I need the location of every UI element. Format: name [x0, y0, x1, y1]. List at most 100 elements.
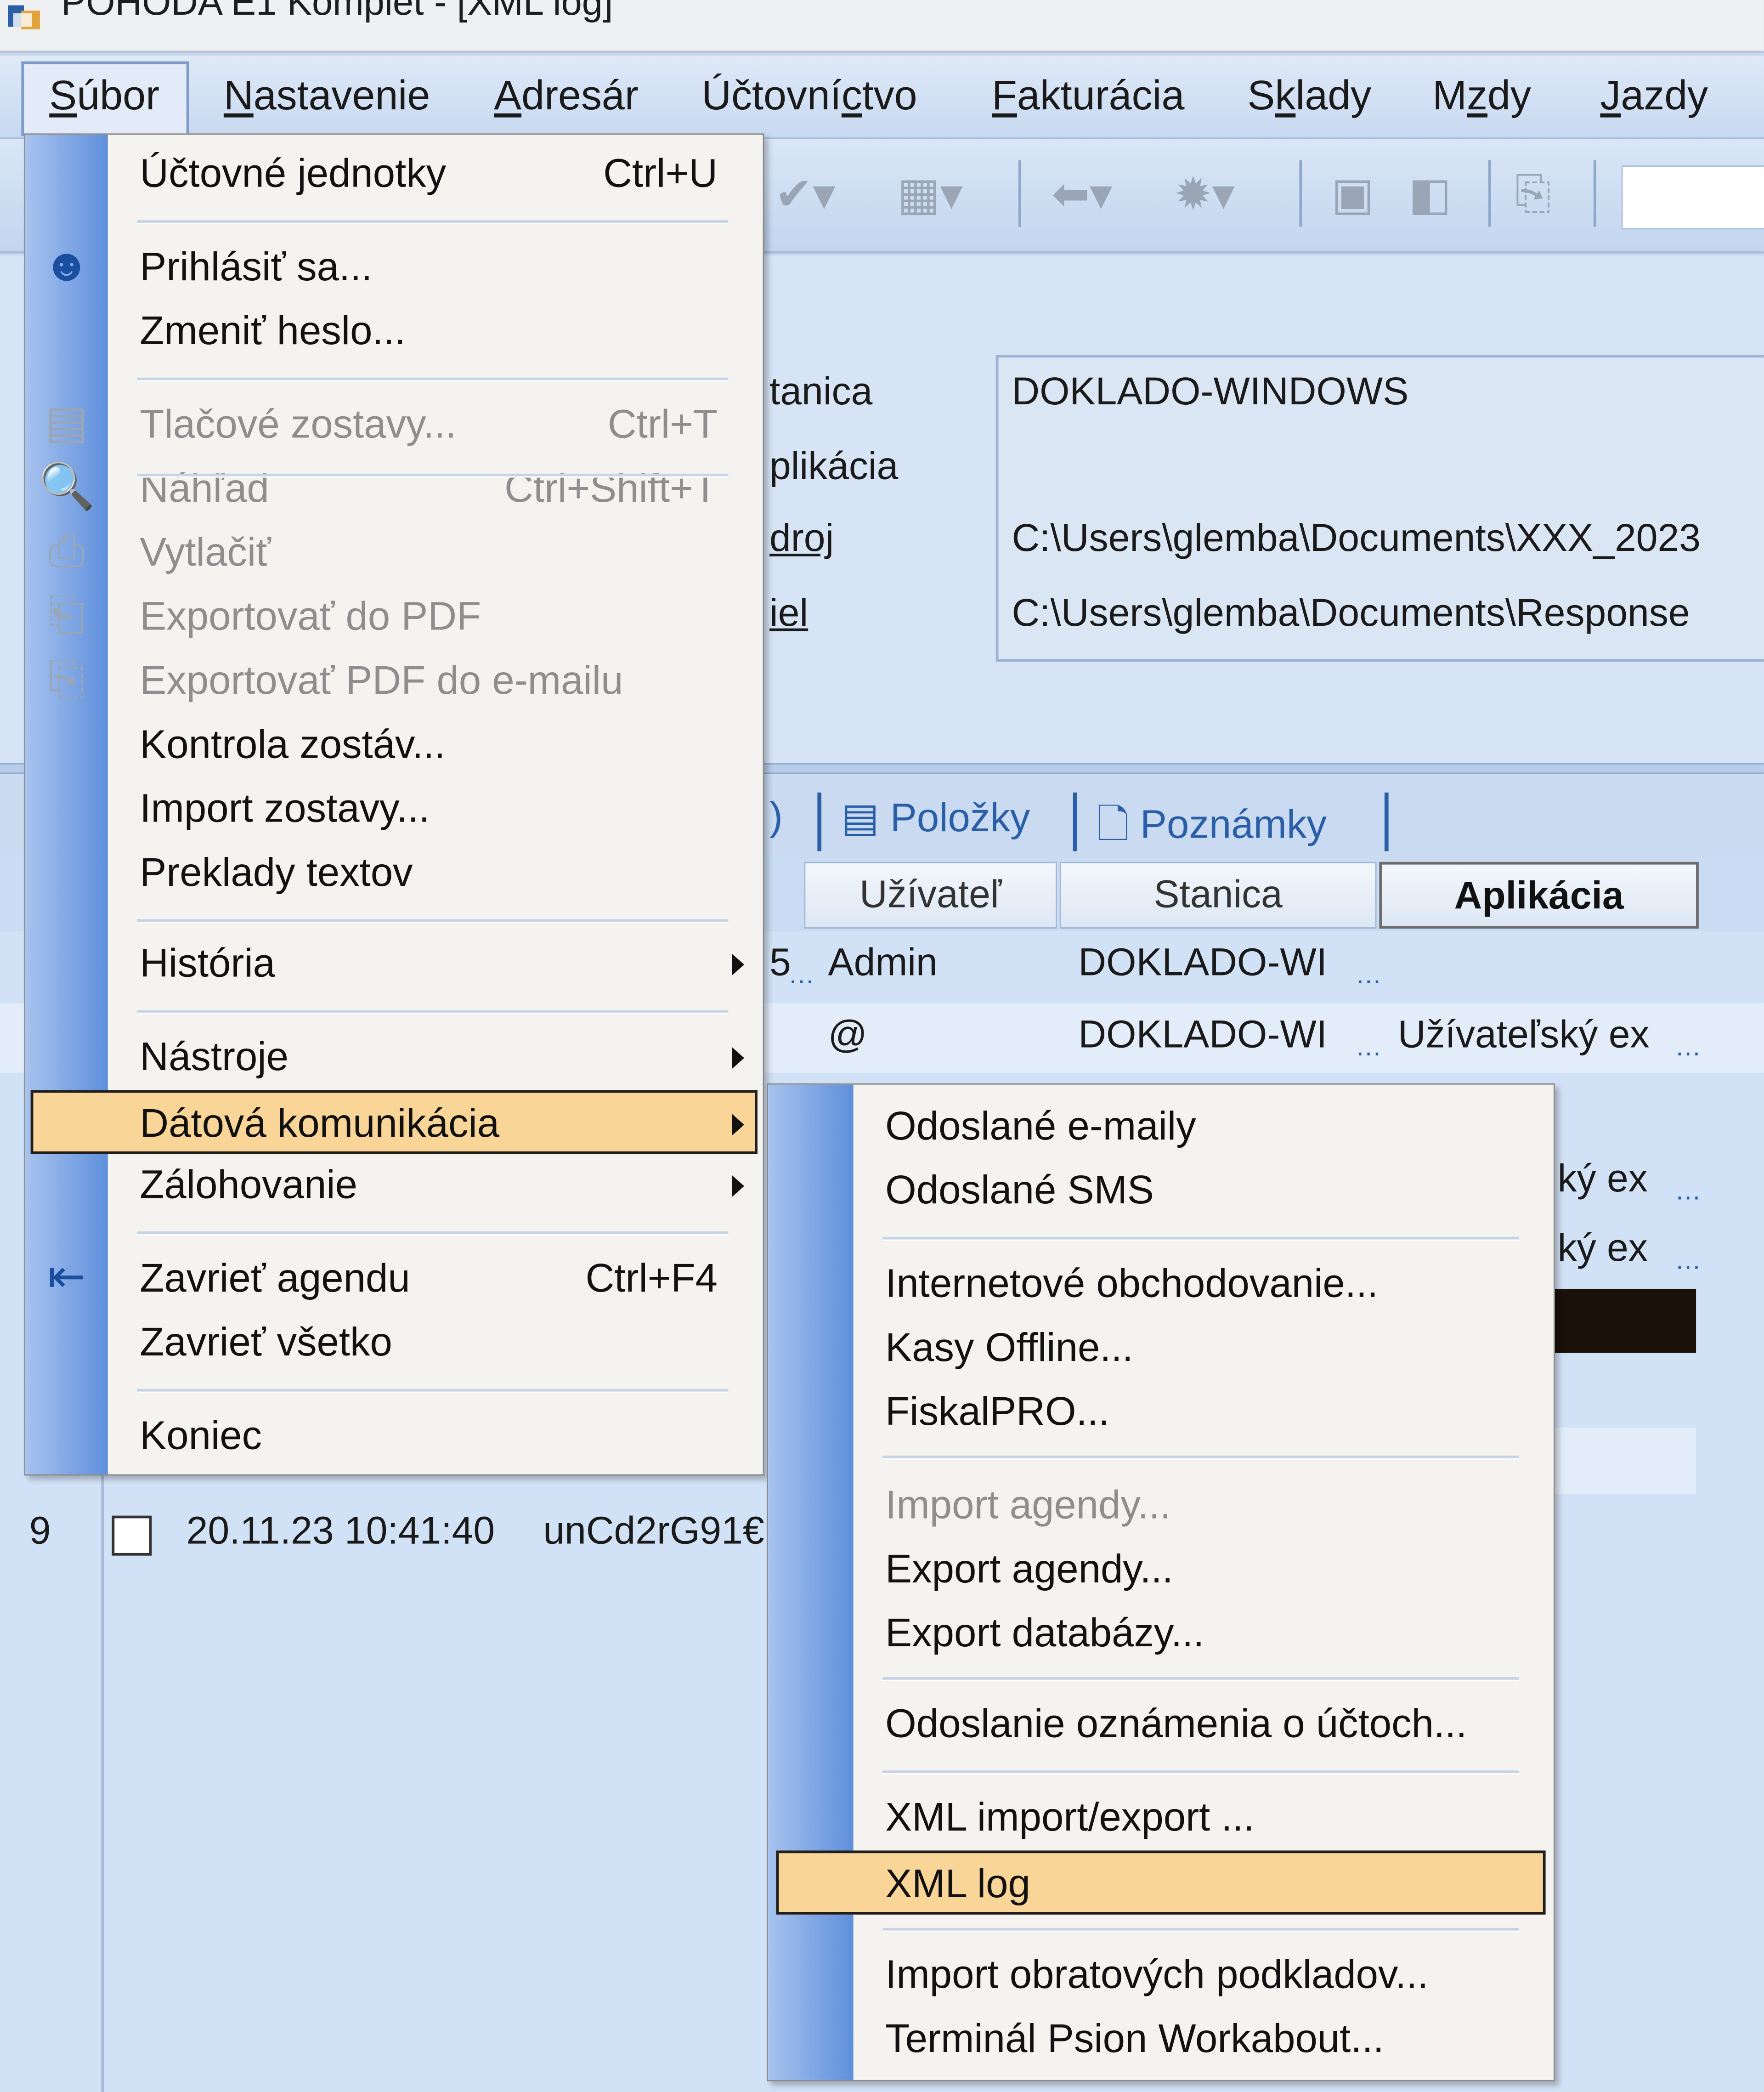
tab-separator [1384, 792, 1389, 851]
submenu-arrow-icon [732, 954, 744, 975]
menu-item-koniec[interactable]: Koniec [25, 1405, 763, 1469]
menu-item-label: Export agendy... [885, 1548, 1173, 1592]
menu-item-label: FiskalPRO... [885, 1390, 1110, 1434]
menu-item-label: Preklady textov [140, 851, 413, 896]
column-header-uzivatel[interactable]: Užívateľ [804, 862, 1057, 929]
menu-item-uctovne-jednotky[interactable]: Účtovné jednotky Ctrl+U [25, 143, 763, 207]
menu-item-label: Exportovať do PDF [140, 595, 481, 639]
menu-item-odoslane-sms[interactable]: Odoslané SMS [768, 1159, 1554, 1223]
row-number: 9 [29, 1510, 51, 1553]
menu-item-terminal-psion-workabout[interactable]: Terminál Psion Workabout... [768, 2008, 1554, 2072]
form-label-zdroj[interactable]: droj [769, 518, 834, 562]
menu-separator [137, 220, 729, 224]
tab-poznamky[interactable]: 🗋 Poznámky [1097, 795, 1327, 863]
toolbar-separator [1299, 160, 1302, 227]
menu-item-label: Vytlačiť [140, 531, 271, 575]
ellipsis-icon: … [1674, 1032, 1702, 1062]
menu-item-label: Import zostavy... [140, 787, 430, 832]
form-label-ciel[interactable]: iel [769, 592, 808, 636]
menu-item-import-obratovych-podkladov[interactable]: Import obratových podkladov... [768, 1944, 1554, 2008]
menu-item-preklady-textov[interactable]: Preklady textov [25, 842, 763, 906]
menu-subor[interactable]: Súbor [49, 72, 159, 120]
menu-item-label: Koniec [140, 1414, 262, 1458]
tab-separator [1073, 792, 1077, 851]
menu-separator [137, 1010, 729, 1014]
tab-poznamky-label: Poznámky [1140, 803, 1327, 847]
menu-item-label: Účtovné jednotky [140, 152, 447, 196]
menu-item-odoslanie-oznamenia-o-uctoch[interactable]: Odoslanie oznámenia o účtoch... [768, 1693, 1554, 1757]
tab-polozky-label: Položky [890, 796, 1030, 841]
menu-item-zavriet-agendu[interactable]: Zavrieť agendu Ctrl+F4 [25, 1247, 763, 1311]
datova-komunikacia-submenu: Odoslané e-maily Odoslané SMS Internetové … [767, 1083, 1555, 2081]
menu-item-shortcut: Ctrl+T [607, 403, 718, 447]
menu-separator [882, 1928, 1519, 1932]
column-header-aplikacia[interactable]: Aplikácia [1379, 862, 1699, 929]
row-checkbox[interactable] [112, 1515, 152, 1556]
menu-item-label: XML log [885, 1862, 1030, 1907]
menu-item-xml-log[interactable]: XML log [776, 1850, 1546, 1915]
menu-item-label: Exportovať PDF do e-mailu [140, 659, 623, 703]
submenu-arrow-icon [732, 1175, 744, 1197]
menu-item-export-databazy[interactable]: Export databázy... [768, 1602, 1554, 1666]
menu-adresar[interactable]: Adresár [494, 72, 639, 120]
file-menu: Účtovné jednotky Ctrl+U Prihlásiť sa... Zme… [24, 133, 764, 1476]
menu-fakturacia[interactable]: Fakturácia [992, 72, 1184, 120]
menu-separator [137, 1389, 729, 1393]
ellipsis-icon: … [788, 960, 815, 990]
menu-item-label: Import agendy... [885, 1483, 1171, 1528]
menu-nastavenie[interactable]: Nastavenie [224, 72, 430, 120]
menu-separator [137, 919, 729, 924]
menu-item-label: Nástroje [140, 1035, 289, 1080]
menu-item-shortcut: Ctrl+U [603, 152, 718, 196]
menu-item-label: Kasy Offline... [885, 1326, 1133, 1371]
menu-item-zavriet-vsetko[interactable]: Zavrieť všetko [25, 1311, 763, 1375]
menu-item-label: Tlačové zostavy... [140, 403, 457, 447]
menu-item-shortcut: Ctrl+F4 [585, 1257, 718, 1301]
menu-item-zmenit-heslo[interactable]: Zmeniť heslo... [25, 300, 763, 364]
menu-item-fiskalpro[interactable]: FiskalPRO... [768, 1381, 1554, 1445]
station-value: DOKLADO-WINDOWS [1012, 371, 1409, 414]
menu-uctovnictvo[interactable]: Účtovníctvo [701, 72, 917, 120]
menu-item-kontrola-zostav[interactable]: Kontrola zostáv... [25, 714, 763, 777]
menu-item-label: Odoslané e-maily [885, 1105, 1196, 1149]
menu-item-prihlasit-sa[interactable]: Prihlásiť sa... [25, 236, 763, 300]
menu-jazdy[interactable]: Jazdy [1600, 72, 1708, 120]
save-all-icon[interactable]: ◧ [1408, 168, 1451, 221]
tab-polozky[interactable]: ▤ Položky [842, 795, 1030, 842]
print-reports-icon: ▤ [45, 397, 88, 448]
target-path-value: C:\Users\glemba\Documents\Response [1012, 592, 1690, 635]
wand-icon[interactable]: ✔▾ [775, 168, 836, 221]
menu-item-nastroje[interactable]: Nástroje [25, 1026, 763, 1090]
menu-item-kasy-offline[interactable]: Kasy Offline... [768, 1317, 1554, 1381]
gear-icon[interactable]: ✹▾ [1174, 168, 1235, 221]
menu-item-zalohovanie[interactable]: Zálohovanie [25, 1154, 763, 1218]
column-header-stanica[interactable]: Stanica [1059, 862, 1377, 929]
menu-item-label: Internetové obchodovanie... [885, 1262, 1379, 1306]
menu-item-exportovat-do-pdf: Exportovať do PDF [25, 586, 763, 650]
row-cell-app: ký ex [1557, 1227, 1648, 1270]
menu-sklady[interactable]: Sklady [1247, 72, 1371, 120]
menu-separator [137, 473, 729, 478]
menu-item-label: Zavrieť všetko [140, 1321, 392, 1365]
selected-row-cell[interactable] [1552, 1288, 1696, 1353]
save-icon[interactable]: ▣ [1331, 168, 1374, 221]
copy-icon[interactable]: ⎘ [1515, 168, 1551, 220]
menu-separator [137, 377, 729, 382]
menu-item-xml-import-export[interactable]: XML import/export ... [768, 1786, 1554, 1850]
row-cell-app: Užívateľský ex [1397, 1014, 1650, 1057]
toolbar-search-input[interactable] [1621, 165, 1764, 230]
menu-item-odoslane-e-maily[interactable]: Odoslané e-maily [768, 1095, 1554, 1159]
menu-item-historia[interactable]: História [25, 933, 763, 997]
row-cell-blank [1552, 1427, 1696, 1495]
back-arrow-icon[interactable]: ⬅▾ [1052, 168, 1112, 221]
tab-partial[interactable]: ) [769, 795, 783, 841]
menu-item-datova-komunikacia[interactable]: Dátová komunikácia [30, 1090, 758, 1154]
menu-item-import-zostavy[interactable]: Import zostavy... [25, 778, 763, 842]
menu-item-internetove-obchodovanie[interactable]: Internetové obchodovanie... [768, 1253, 1554, 1317]
menu-item-label: Zmeniť heslo... [140, 309, 406, 354]
close-agenda-door-icon: ⇤ [47, 1251, 86, 1303]
menu-item-export-agendy[interactable]: Export agendy... [768, 1538, 1554, 1602]
menu-mzdy[interactable]: Mzdy [1432, 72, 1531, 120]
menu-item-label: XML import/export ... [885, 1796, 1255, 1840]
grid-select-icon[interactable]: ▦▾ [897, 168, 963, 221]
